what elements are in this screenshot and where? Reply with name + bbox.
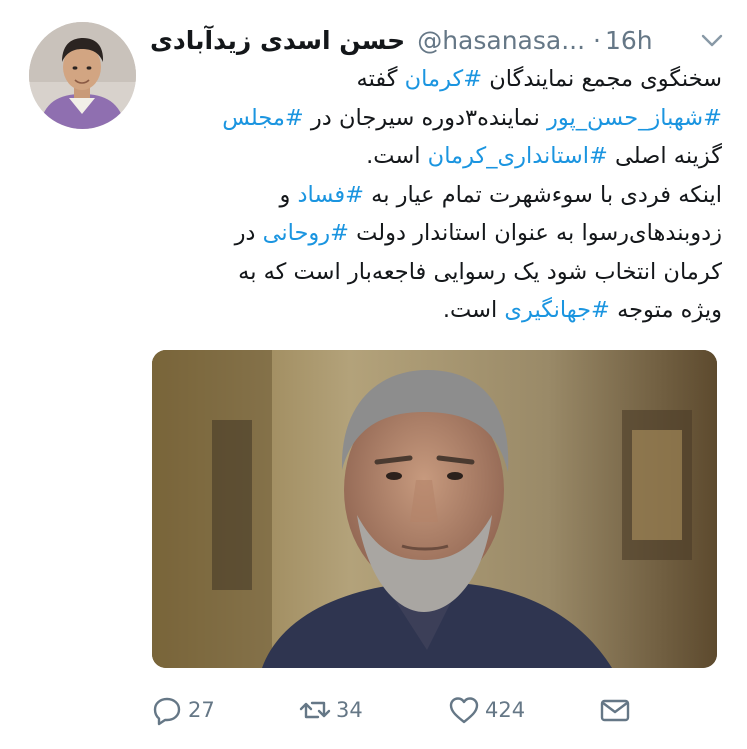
heart-icon xyxy=(449,697,479,724)
text-run: نماینده۳دوره سیرجان در xyxy=(303,104,548,131)
separator-dot: · xyxy=(593,25,601,55)
tweet-card[interactable]: حسن اسدی زیدآبادی @hasanasa... · 16h سخن… xyxy=(0,0,747,749)
author-handle[interactable]: @hasanasa... xyxy=(417,26,585,55)
retweet-button[interactable]: 34 xyxy=(298,688,363,732)
avatar[interactable] xyxy=(29,22,136,129)
tweet-actions: 27 34 424 xyxy=(150,688,710,732)
text-run: سخنگوی مجمع نمایندگان xyxy=(482,66,722,92)
hashtag-link[interactable]: #روحانی xyxy=(263,220,349,246)
hashtag-link[interactable]: #شهباز_حسن_پور xyxy=(547,105,722,131)
chevron-down-icon[interactable] xyxy=(698,28,726,52)
retweet-icon xyxy=(299,701,331,719)
retweet-count: 34 xyxy=(336,698,363,722)
author-name[interactable]: حسن اسدی زیدآبادی xyxy=(150,26,405,55)
hashtag-link[interactable]: #مجلس xyxy=(222,105,304,131)
hashtag-link[interactable]: #کرمان xyxy=(405,66,482,92)
reply-count: 27 xyxy=(188,698,215,722)
like-count: 424 xyxy=(485,698,526,722)
tweet-line: #شهباز_حسن_پور نماینده۳دوره سیرجان در #م… xyxy=(152,99,722,138)
text-run: ویژه متوجه xyxy=(609,297,722,323)
tweet-line: زدوبندهای‌رسوا به عنوان استاندار دولت #ر… xyxy=(152,214,722,253)
envelope-icon xyxy=(600,699,630,722)
tweet-photo[interactable] xyxy=(152,350,717,668)
text-run: کرمان انتخاب شود یک رسوایی فاجعه‌بار است… xyxy=(238,258,722,285)
reply-button[interactable]: 27 xyxy=(150,688,215,732)
tweet-timestamp[interactable]: 16h xyxy=(605,26,653,55)
hashtag-link[interactable]: #استانداری_کرمان xyxy=(428,143,608,169)
tweet-header: حسن اسدی زیدآبادی @hasanasa... · 16h xyxy=(150,20,730,60)
tweet-line: کرمان انتخاب شود یک رسوایی فاجعه‌بار است… xyxy=(152,253,722,292)
tweet-line: اینکه فردی با سوءشهرت تمام عیار به #فساد… xyxy=(152,176,722,215)
text-run: است. xyxy=(366,143,428,169)
text-run: است. xyxy=(442,297,505,323)
text-run: و xyxy=(279,181,298,208)
reply-icon xyxy=(153,697,181,726)
tweet-line: گزینه اصلی #استانداری_کرمان است. xyxy=(152,137,722,176)
tweet-line: ویژه متوجه #جهانگیری است. xyxy=(152,291,722,330)
tweet-line: سخنگوی مجمع نمایندگان #کرمان گفته xyxy=(152,60,722,99)
direct-message-button[interactable] xyxy=(598,688,632,732)
tweet-text: سخنگوی مجمع نمایندگان #کرمان گفته #شهباز… xyxy=(152,60,722,330)
text-run: در xyxy=(234,220,263,246)
text-run: اینکه فردی با سوءشهرت تمام عیار به xyxy=(364,181,722,208)
text-run: گفته xyxy=(356,66,405,92)
hashtag-link[interactable]: #فساد xyxy=(297,182,364,208)
like-button[interactable]: 424 xyxy=(447,688,525,732)
text-run: زدوبندهای‌رسوا به عنوان استاندار دولت xyxy=(348,220,722,246)
text-run: گزینه اصلی xyxy=(607,143,722,169)
hashtag-link[interactable]: #جهانگیری xyxy=(504,297,610,323)
